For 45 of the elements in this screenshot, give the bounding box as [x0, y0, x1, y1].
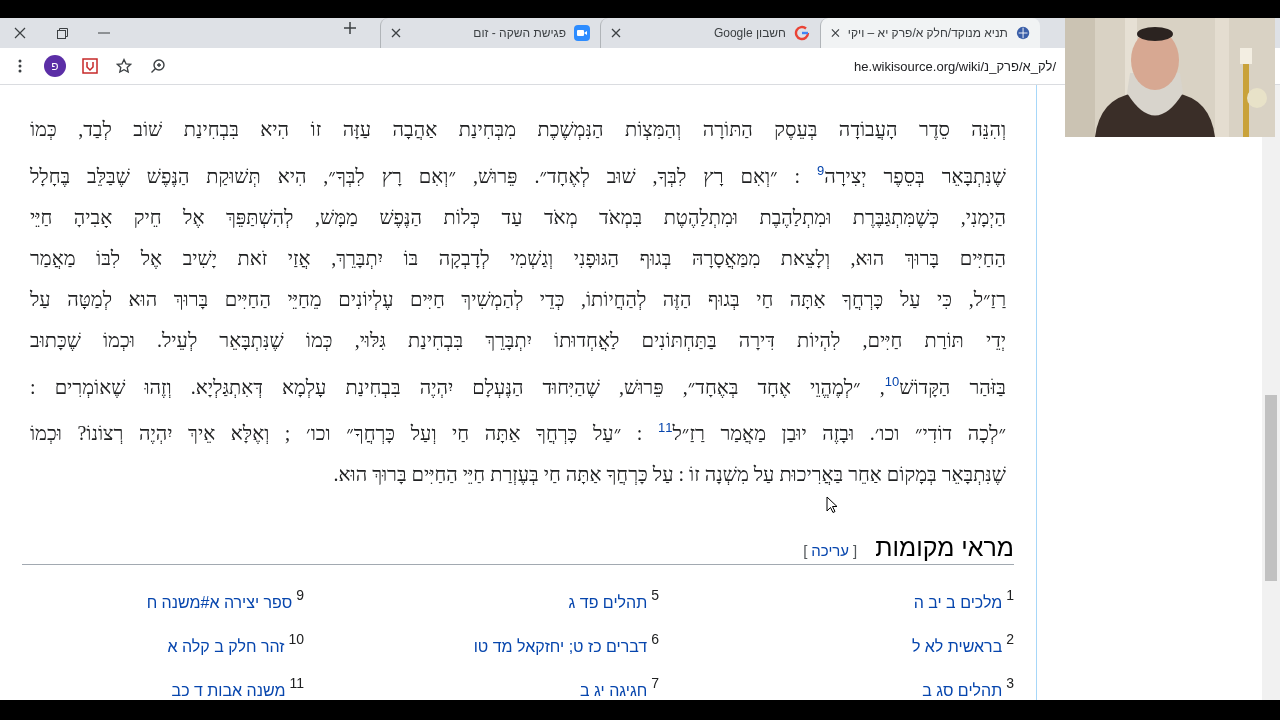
video-camera-icon	[574, 25, 590, 41]
browser-tab[interactable]: תניא מנוקד/חלק א/פרק יא – ויקי	[820, 18, 1040, 48]
reference-number: 10	[288, 630, 304, 647]
bracket: [	[853, 541, 858, 559]
reference-number: 3	[1006, 674, 1014, 691]
paragraph-line: וְהִנֵּה סֵדֶר הָעֲבוֹדָה בְּעֵסֶק הַתּוֹרָה וְהַמִּצְוֹת הַנִּמְשֶׁכֶת מִבְּחִינַת אַהֲבָה עַזָּה זוֹ הִיא בִּבְחִינַת שׁוֹב לְבַד, כְּמוֹ	[29, 117, 1007, 142]
paragraph-line: שֶׁנִּתְבָּאֵר בְּמָקוֹם אַחֵר בַּאֲרִיכוּת עַל מִשְׁנָה זוֹ : עַל כָּרְחֲךָ אַתָּה חַי בְּעֶזְרַת חַיֵּי הַחַיִּים בָּרוּךְ הוּא.	[332, 461, 1007, 487]
edit-link[interactable]: עריכה	[811, 541, 850, 559]
paragraph-line: יְדֵי תּוֹרַת חַיִּים, לִהְיוֹת דִּירָה בַּתַּחְתּוֹנִים לַאֲחְדוּתוֹ יִתְבָּרֵךְ בִּבְחִינַת גִּלּוּי, כְּמוֹ שֶׁנִּתְבָּאֵר לְעֵיל. וּכְמוֹ שֶׁכָּתוּב	[29, 327, 1007, 353]
reference-link[interactable]: ספר יצירה א#משנה ח	[146, 593, 293, 612]
globe-icon	[1015, 25, 1030, 41]
paragraph-line: רַזַ״ל, כִּי עַל כָּרְחֲךָ אַתָּה חַי בְּגוּף הַזֶּה לְהַחֲיוֹתוֹ, כְּדֵי לְהַמְשִׁיךְ חַיִּים עֶלְיוֹנִים מֵחַיֵּי הַחַיִּים בָּרוּךְ הוּא לְמַטָּה עַל	[29, 286, 1007, 312]
reference-link[interactable]: משנה אבות ד כב	[171, 681, 286, 700]
reference-link[interactable]: זהר חלק ב קלה א	[167, 637, 285, 656]
close-icon[interactable]	[831, 28, 840, 38]
reference-number: 6	[651, 630, 659, 647]
tab-title: חשבון Google	[712, 26, 786, 40]
reference-number: 7	[651, 674, 659, 691]
reference-number: 9	[296, 586, 304, 603]
bracket: ]	[803, 541, 808, 559]
reference-link[interactable]: מלכים ב יב ה	[913, 593, 1003, 612]
paragraph-line: הַיְמָנִי, כְּשֶׁמִּתְגַּבֶּרֶת וּמִתְלַהֶבֶת וּמִתְלַהֶטֶת בִּמְאֹד מְאֹד עַד כְּלוֹת הַנֶּפֶשׁ מַמָּשׁ, לְהִשְׁתַּפֵּךְ אֶל חֵיק אָבִיהָ חַיֵּי	[29, 204, 1007, 230]
reference-link[interactable]: תהלים סג ב	[922, 681, 1003, 700]
paragraph-line: הַחַיִּים בָּרוּךְ הוּא, וְלָצֵאת מִמַּאֲסָרָהּ בְּגוּף הַגּוּפָנִי וְגַשְׁמִי לְדָבְקָה בּוֹ יִתְבָּרֵךְ, אֲזַי זֹאת יָשִׁיב אֶל לִבּוֹ מַאֲמַר	[29, 245, 1007, 271]
shield-icon[interactable]	[80, 56, 100, 76]
address-bar[interactable]: he.wikisource.org/wiki/לק_א/פרק_נ/	[854, 58, 1056, 74]
reference-link[interactable]: חגיגה יג ב	[580, 681, 648, 700]
close-icon[interactable]	[391, 28, 401, 38]
section-heading: מראי מקומות	[875, 532, 1014, 562]
reference-number: 11	[289, 674, 304, 691]
reference-number: 1	[1006, 586, 1014, 603]
scrollbar[interactable]	[1262, 85, 1280, 700]
scrollbar-thumb[interactable]	[1265, 395, 1277, 581]
close-icon[interactable]	[611, 28, 621, 38]
reference-link[interactable]: בראשית לא ל	[911, 637, 1003, 656]
star-icon[interactable]	[114, 56, 134, 76]
tab-title: תניא מנוקד/חלק א/פרק יא – ויקי	[847, 26, 1008, 40]
reference-number: 2	[1006, 630, 1014, 647]
reference-link[interactable]: תהלים פד ג	[568, 593, 648, 612]
reference-number: 5	[651, 586, 659, 603]
cursor-icon	[826, 496, 838, 514]
tab-title: פגישת השקה - זום	[472, 26, 566, 40]
reference-link[interactable]: דברים כז ט; יחזקאל מד טו	[473, 637, 648, 656]
multicolor-ring-icon	[794, 25, 810, 41]
profile-avatar[interactable]: פ	[44, 55, 66, 77]
